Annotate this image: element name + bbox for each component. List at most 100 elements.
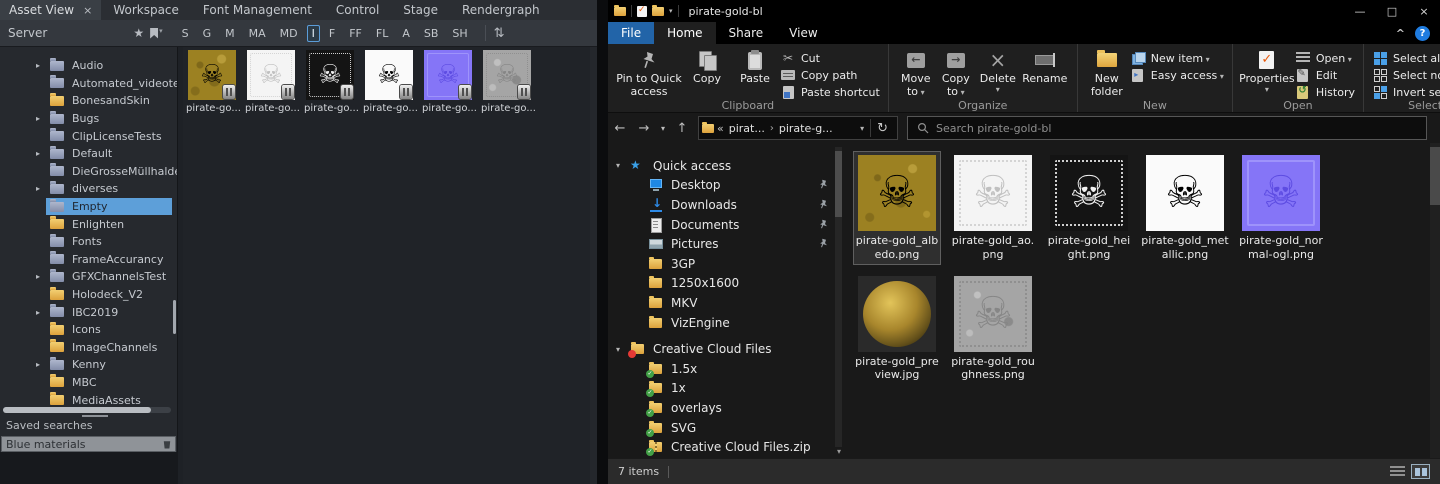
tree-item[interactable]: BonesandSkin <box>0 92 177 110</box>
minimize-button[interactable] <box>1344 0 1376 22</box>
edit-button[interactable]: Edit <box>1295 68 1355 82</box>
sidebar-item[interactable]: Creative Cloud Files <box>608 339 843 359</box>
customize-toolbar-chevron-icon[interactable] <box>669 7 673 15</box>
breadcrumb-separator-icon[interactable] <box>767 123 777 134</box>
pin-icon[interactable] <box>819 237 829 251</box>
back-button[interactable] <box>608 121 632 136</box>
history-button[interactable]: History <box>1295 85 1355 99</box>
asset-thumbnail[interactable]: pirate-go... <box>188 50 236 114</box>
asset-thumbnail[interactable]: pirate-go... <box>365 50 413 114</box>
filter-button[interactable]: I <box>307 25 320 42</box>
asset-thumbnail[interactable]: pirate-go... <box>483 50 531 114</box>
file-tile[interactable]: pirate-gold_roughness.png <box>949 272 1037 386</box>
tab-file[interactable]: File <box>608 22 654 44</box>
select-none-button[interactable]: Select none <box>1372 68 1440 82</box>
tree-item[interactable]: diverses <box>0 180 177 198</box>
tree-item[interactable]: ImageChannels <box>0 339 177 357</box>
copy-to-button[interactable]: → Copy to <box>937 48 975 99</box>
tree-item[interactable]: DieGrosseMüllhalde <box>0 163 177 181</box>
tree-item[interactable]: Icons <box>0 321 177 339</box>
tab-home[interactable]: Home <box>654 22 715 44</box>
sidebar-item[interactable]: Pictures <box>608 234 843 254</box>
filter-button[interactable]: F <box>324 25 340 42</box>
invert-selection-button[interactable]: Invert selection <box>1372 85 1440 99</box>
properties-button[interactable]: ✓ Properties <box>1241 48 1293 99</box>
breadcrumb-current[interactable]: pirate-g... <box>777 122 835 135</box>
up-button[interactable] <box>670 121 694 136</box>
asset-thumbnail[interactable]: pirate-go... <box>306 50 354 114</box>
new-folder-quick-icon[interactable] <box>652 7 664 16</box>
sidebar-item[interactable]: Creative Cloud Files.zip <box>608 437 843 457</box>
trash-icon[interactable] <box>163 440 171 449</box>
sidebar-item[interactable]: SVG <box>608 418 843 438</box>
panel-splitter-handle[interactable] <box>82 415 108 417</box>
tab-share[interactable]: Share <box>716 22 777 44</box>
filter-button[interactable]: MA <box>244 25 271 42</box>
asset-thumbnail[interactable]: pirate-go... <box>424 50 472 114</box>
new-item-button[interactable]: New item <box>1130 51 1224 65</box>
easy-access-button[interactable]: Easy access <box>1130 68 1224 82</box>
tree-item[interactable]: IBC2019 <box>0 303 177 321</box>
filter-button[interactable]: MD <box>275 25 303 42</box>
tree-item[interactable]: Bugs <box>0 110 177 128</box>
close-tab-icon[interactable] <box>83 4 92 17</box>
sidebar-item[interactable]: Desktop <box>608 176 843 196</box>
file-tile[interactable]: pirate-gold_height.png <box>1045 151 1133 265</box>
filter-button[interactable]: A <box>397 25 415 42</box>
tree-item[interactable]: ClipLicenseTests <box>0 127 177 145</box>
expand-arrow-icon[interactable] <box>36 360 50 369</box>
select-all-button[interactable]: Select all <box>1372 51 1440 65</box>
minimize-ribbon-icon[interactable] <box>1396 27 1405 40</box>
pin-icon[interactable] <box>819 178 829 192</box>
address-dropdown-chevron-icon[interactable] <box>854 124 870 133</box>
expand-arrow-icon[interactable] <box>36 149 50 158</box>
filter-button[interactable]: FF <box>344 25 367 42</box>
menu-item[interactable]: Workspace <box>101 0 191 20</box>
expand-arrow-icon[interactable] <box>36 61 50 70</box>
saved-search-item[interactable]: Blue materials <box>1 436 176 452</box>
sidebar-item[interactable]: 1x <box>608 379 843 399</box>
filter-button[interactable]: G <box>198 25 217 42</box>
file-tile[interactable]: pirate-gold_ao.png <box>949 151 1037 265</box>
tree-item[interactable]: Empty <box>0 198 177 216</box>
tree-item[interactable]: Fonts <box>0 233 177 251</box>
sidebar-item[interactable]: MKV <box>608 293 843 313</box>
large-icons-view-button[interactable] <box>1411 464 1430 479</box>
menu-item[interactable]: Rendergraph <box>450 0 552 20</box>
tree-item[interactable]: Enlighten <box>0 215 177 233</box>
tree-item[interactable]: Kenny <box>0 356 177 374</box>
close-button[interactable] <box>1408 0 1440 22</box>
filter-button[interactable]: SB <box>419 25 444 42</box>
tab-asset-view[interactable]: Asset View <box>0 0 101 20</box>
sidebar-item[interactable]: 1.5x <box>608 359 843 379</box>
breadcrumb-parent[interactable]: pirat... <box>727 122 767 135</box>
filter-button[interactable]: S <box>177 25 194 42</box>
search-input[interactable]: Search pirate-gold-bl <box>907 116 1427 140</box>
copy-path-button[interactable]: Copy path <box>780 68 880 82</box>
new-folder-button[interactable]: New folder <box>1086 48 1128 99</box>
sidebar-item[interactable]: Documents <box>608 215 843 235</box>
open-button[interactable]: Open <box>1295 51 1355 65</box>
scrollbar-thumb[interactable] <box>3 407 151 413</box>
filter-button[interactable]: SH <box>447 25 472 42</box>
paste-shortcut-button[interactable]: Paste shortcut <box>780 85 880 99</box>
asset-panel-scrollbar[interactable] <box>590 47 597 484</box>
file-tile[interactable]: pirate-gold_preview.jpg <box>853 272 941 386</box>
tab-view[interactable]: View <box>776 22 830 44</box>
scrollbar-thumb[interactable] <box>835 151 842 217</box>
expand-arrow-icon[interactable] <box>36 114 50 123</box>
expand-arrow-icon[interactable] <box>36 272 50 281</box>
sidebar-item[interactable]: Downloads <box>608 195 843 215</box>
sidebar-item[interactable]: overlays <box>608 398 843 418</box>
paste-button[interactable]: Paste <box>732 48 778 99</box>
menu-item[interactable]: Control <box>324 0 391 20</box>
expand-arrow-icon[interactable] <box>36 308 50 317</box>
maximize-button[interactable] <box>1376 0 1408 22</box>
sidebar-item[interactable]: 1250x1600 <box>608 274 843 294</box>
refresh-icon[interactable] <box>871 121 894 136</box>
properties-quick-icon[interactable] <box>637 6 647 17</box>
bookmark-icon[interactable] <box>150 27 163 39</box>
tree-item[interactable]: FrameAccurancy <box>0 251 177 269</box>
help-icon[interactable]: ? <box>1415 26 1430 41</box>
sidebar-scroll-down-icon[interactable] <box>837 447 841 456</box>
